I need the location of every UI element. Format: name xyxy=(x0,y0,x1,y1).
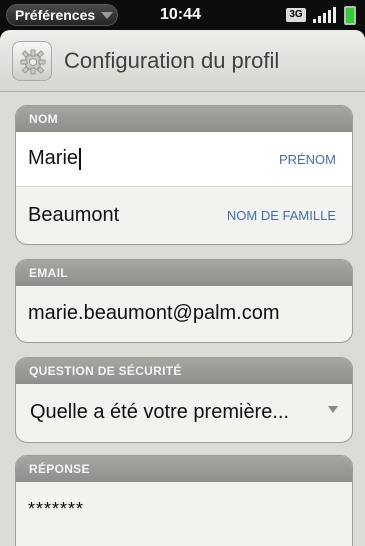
section-label-email: EMAIL xyxy=(16,260,352,286)
name-section: NOM Marie PRÉNOM Beaumont NOM DE FAMILLE xyxy=(15,105,353,245)
email-value: marie.beaumont@palm.com xyxy=(28,302,280,324)
chevron-down-icon xyxy=(328,406,338,413)
first-name-hint: PRÉNOM xyxy=(278,152,336,167)
gear-icon xyxy=(12,41,52,81)
answer-field[interactable]: ******* xyxy=(16,482,352,546)
battery-icon[interactable] xyxy=(344,6,356,25)
signal-icon xyxy=(311,7,339,23)
app-window: Configuration du profil NOM Marie PRÉNOM… xyxy=(0,30,365,546)
header-bar: Configuration du profil xyxy=(0,30,365,92)
app-menu-label: Préférences xyxy=(15,7,96,23)
status-bar: Préférences 10:44 3G xyxy=(0,0,365,30)
clock: 10:44 xyxy=(160,6,201,23)
text-cursor xyxy=(79,147,82,170)
email-field[interactable]: marie.beaumont@palm.com xyxy=(16,286,352,342)
security-question-value: Quelle a été votre première... xyxy=(30,401,290,423)
security-question-select[interactable]: Quelle a été votre première... xyxy=(16,384,352,442)
last-name-field[interactable]: Beaumont NOM DE FAMILLE xyxy=(16,187,352,244)
last-name-hint: NOM DE FAMILLE xyxy=(226,208,336,223)
email-section: EMAIL marie.beaumont@palm.com xyxy=(15,259,353,343)
chevron-down-icon xyxy=(101,11,114,19)
section-label-answer: RÉPONSE xyxy=(16,456,352,482)
security-question-section: QUESTION DE SÉCURITÉ Quelle a été votre … xyxy=(15,357,353,443)
section-label-security-question: QUESTION DE SÉCURITÉ xyxy=(16,358,352,384)
page-title: Configuration du profil xyxy=(64,48,280,73)
first-name-value: Marie xyxy=(28,147,79,169)
last-name-value: Beaumont xyxy=(28,204,120,226)
app-menu-button[interactable]: Préférences xyxy=(6,4,118,26)
answer-section: RÉPONSE ******* xyxy=(15,455,353,546)
answer-value: ******* xyxy=(28,499,85,519)
network-badge: 3G xyxy=(286,8,306,22)
section-label-name: NOM xyxy=(16,106,352,132)
first-name-field[interactable]: Marie PRÉNOM xyxy=(16,132,352,186)
